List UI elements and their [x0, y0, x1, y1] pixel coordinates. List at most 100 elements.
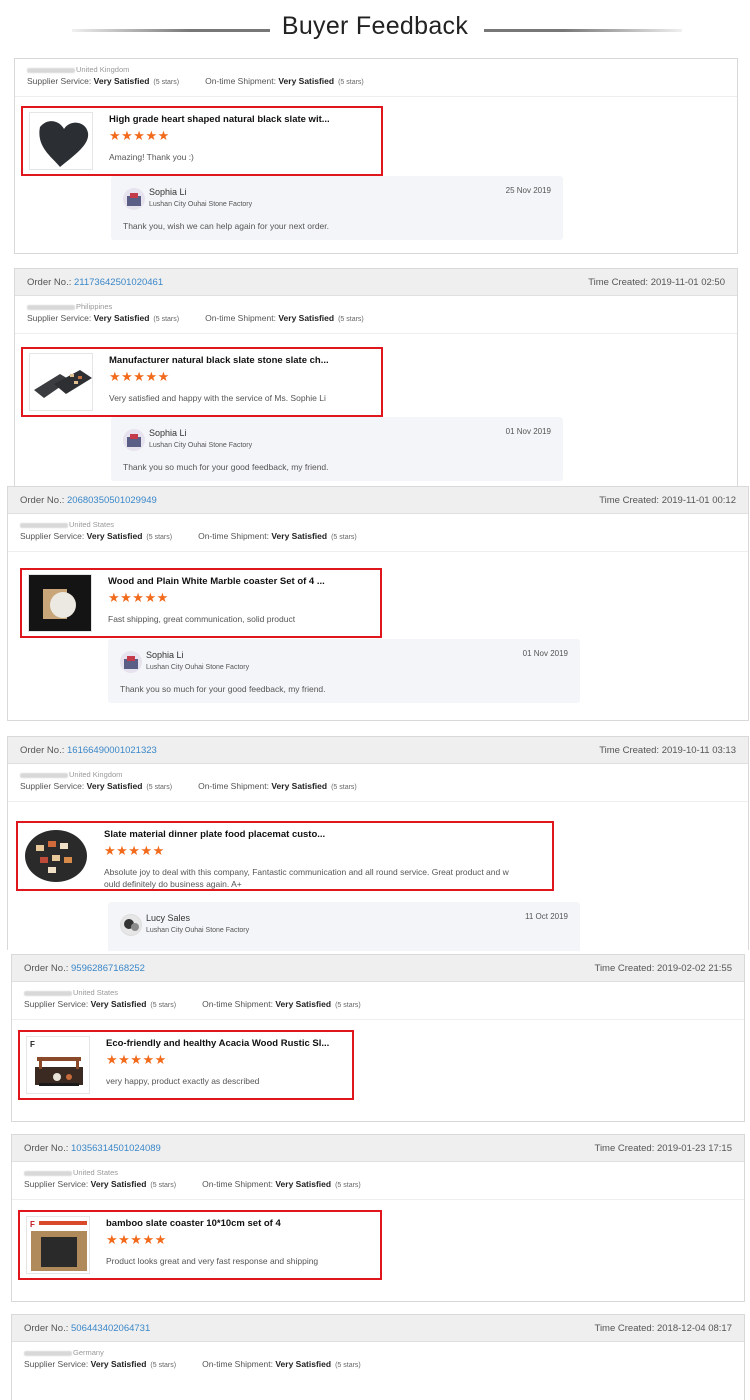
supplier-avatar [123, 429, 145, 451]
product-review[interactable]: Slate material dinner plate food placema… [16, 821, 554, 891]
ontime-shipment-stars: (5 stars) [335, 1002, 361, 1009]
order-no-label: Order No.: [20, 495, 65, 506]
ontime-shipment-label: On-time Shipment: [202, 999, 273, 1009]
supplier-service-label: Supplier Service: [20, 781, 85, 791]
star-rating: ★★★★★ [109, 128, 170, 143]
supplier-service-stars: (5 stars) [153, 79, 180, 86]
supplier-service-value: Very Satisfied [90, 1359, 147, 1369]
order-header: Order No.: 16166490001021323 Time Create… [8, 737, 748, 764]
rating-summary: Supplier Service: Very Satisfied (5 stars… [12, 998, 744, 1020]
page-title: Buyer Feedback [281, 12, 469, 40]
buyer-info: United States [8, 514, 748, 530]
buyer-country: United States [73, 1168, 119, 1177]
svg-text:F: F [30, 1220, 35, 1229]
feedback-card: United Kingdom Supplier Service: Very Sa… [14, 58, 738, 254]
product-name-link[interactable]: High grade heart shaped natural black sl… [109, 114, 330, 125]
product-name-link[interactable]: bamboo slate coaster 10*10cm set of 4 [106, 1218, 281, 1229]
order-no-label: Order No.: [24, 963, 69, 974]
rating-summary: Supplier Service: Very Satisfied (5 stars… [8, 530, 748, 552]
buyer-country: United States [73, 988, 119, 997]
order-header: Order No.: 506443402064731 Time Created:… [12, 1315, 744, 1342]
title-divider-right [484, 29, 682, 32]
feedback-card: Order No.: 21173642501020461 Time Create… [14, 268, 738, 490]
supplier-service-stars: (5 stars) [150, 1002, 177, 1009]
star-rating: ★★★★★ [108, 590, 169, 605]
supplier-service-value: Very Satisfied [93, 76, 150, 86]
product-review[interactable]: High grade heart shaped natural black sl… [21, 106, 383, 176]
supplier-service-value: Very Satisfied [86, 531, 143, 541]
buyer-info: Philippines [15, 296, 737, 312]
review-comment-line: ould definitely do business again. A+ [104, 879, 242, 889]
product-review[interactable]: Manufacturer natural black slate stone s… [21, 347, 383, 417]
masked-buyer-name [20, 772, 68, 778]
rating-summary: Supplier Service: Very Satisfied (5 stars… [12, 1358, 744, 1380]
buyer-country: United States [69, 520, 115, 529]
feedback-card: Order No.: 506443402064731 Time Created:… [11, 1314, 745, 1400]
rating-summary: Supplier Service: Very Satisfied (5 stars… [15, 312, 737, 334]
product-review[interactable]: F Eco-friendly and healthy Acacia Wood R… [18, 1030, 354, 1100]
section-header: Buyer Feedback [0, 0, 750, 58]
ontime-shipment-label: On-time Shipment: [198, 531, 269, 541]
feedback-card: Order No.: 10356314501024089 Time Create… [11, 1134, 745, 1302]
buyer-info: United Kingdom [15, 59, 737, 75]
product-thumbnail[interactable] [29, 112, 93, 170]
ontime-shipment-stars: (5 stars) [331, 784, 357, 791]
masked-buyer-name [24, 1170, 72, 1176]
order-number-link[interactable]: 16166490001021323 [67, 745, 157, 756]
product-thumbnail[interactable] [29, 353, 93, 411]
product-thumbnail[interactable] [24, 827, 88, 885]
buyer-info: Germany [12, 1342, 744, 1358]
masked-buyer-name [24, 1350, 72, 1356]
order-number-link[interactable]: 20680350501029949 [67, 495, 157, 506]
time-created-value: 2019-10-11 03:13 [661, 745, 736, 756]
product-name-link[interactable]: Slate material dinner plate food placema… [104, 829, 325, 840]
order-header: Order No.: 95962867168252 Time Created: … [12, 955, 744, 982]
supplier-avatar [120, 914, 142, 936]
ontime-shipment-value: Very Satisfied [271, 781, 328, 791]
supplier-service-value: Very Satisfied [90, 999, 147, 1009]
buyer-info: United States [12, 982, 744, 998]
reply-text: Thank you, wish we can help again for yo… [123, 221, 330, 231]
product-review[interactable]: Wood and Plain White Marble coaster Set … [20, 568, 382, 638]
supplier-service-label: Supplier Service: [24, 1359, 89, 1369]
masked-buyer-name [27, 67, 75, 73]
supplier-service-value: Very Satisfied [90, 1179, 147, 1189]
supplier-company: Lushan City Ouhai Stone Factory [149, 442, 253, 449]
supplier-service-label: Supplier Service: [20, 531, 85, 541]
supplier-name: Sophia Li [149, 428, 187, 438]
order-header: Order No.: 10356314501024089 Time Create… [12, 1135, 744, 1162]
order-no-label: Order No.: [24, 1323, 69, 1334]
ontime-shipment-value: Very Satisfied [275, 999, 332, 1009]
ontime-shipment-stars: (5 stars) [331, 534, 357, 541]
buyer-country: Germany [73, 1348, 104, 1357]
product-name-link[interactable]: Wood and Plain White Marble coaster Set … [108, 576, 325, 587]
reply-text: Thank you so much for your good feedback… [123, 462, 329, 472]
ontime-shipment-label: On-time Shipment: [202, 1359, 273, 1369]
supplier-reply: Sophia Li Lushan City Ouhai Stone Factor… [108, 639, 580, 703]
order-header: Order No.: 20680350501029949 Time Create… [8, 487, 748, 514]
time-created-label: Time Created: [599, 495, 660, 506]
ontime-shipment-value: Very Satisfied [275, 1359, 332, 1369]
order-number-link[interactable]: 10356314501024089 [71, 1143, 161, 1154]
product-thumbnail[interactable]: F [26, 1216, 90, 1274]
product-review[interactable]: F bamboo slate coaster 10*10cm set of 4 … [18, 1210, 382, 1280]
ontime-shipment-value: Very Satisfied [275, 1179, 332, 1189]
product-name-link[interactable]: Eco-friendly and healthy Acacia Wood Rus… [106, 1038, 329, 1049]
order-number-link[interactable]: 21173642501020461 [74, 277, 163, 288]
review-comment-line: Absolute joy to deal with this company, … [104, 867, 509, 877]
order-number-link[interactable]: 506443402064731 [71, 1323, 150, 1334]
order-no-label: Order No.: [20, 745, 65, 756]
supplier-reply: Lucy Sales Lushan City Ouhai Stone Facto… [108, 902, 580, 951]
product-thumbnail[interactable] [28, 574, 92, 632]
review-comment: Product looks great and very fast respon… [106, 1256, 319, 1266]
buyer-country: Philippines [76, 302, 113, 311]
order-number-link[interactable]: 95962867168252 [71, 963, 145, 974]
supplier-name: Sophia Li [149, 187, 187, 197]
ontime-shipment-label: On-time Shipment: [205, 313, 276, 323]
reply-date: 11 Oct 2019 [525, 912, 568, 921]
star-rating: ★★★★★ [109, 369, 170, 384]
order-no-label: Order No.: [24, 1143, 69, 1154]
product-thumbnail[interactable]: F [26, 1036, 90, 1094]
ontime-shipment-label: On-time Shipment: [202, 1179, 273, 1189]
product-name-link[interactable]: Manufacturer natural black slate stone s… [109, 355, 329, 366]
